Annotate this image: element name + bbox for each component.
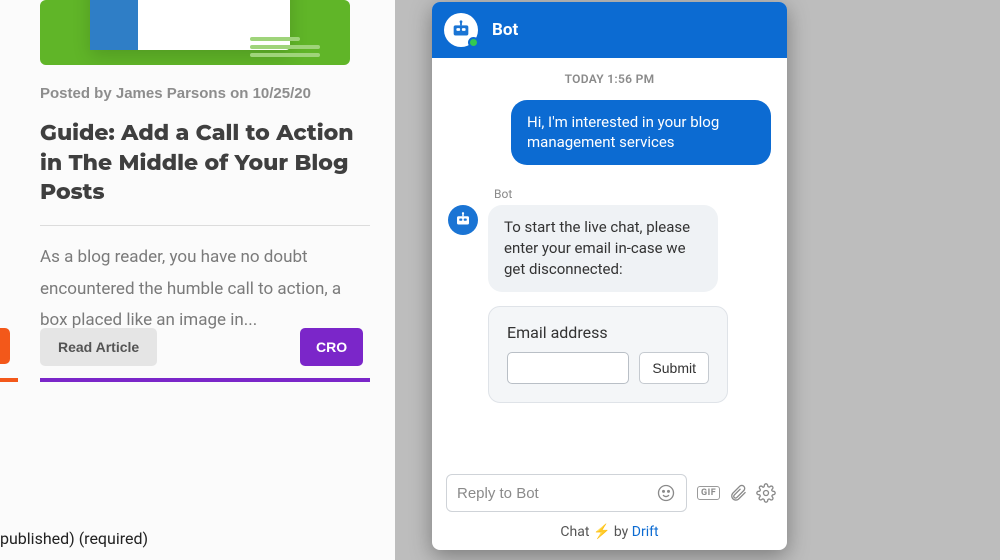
divider [40, 225, 370, 226]
email-input[interactable] [507, 352, 629, 384]
form-label-fragment: published) (required) [0, 529, 148, 548]
footer-by: by [614, 524, 628, 540]
emoji-icon[interactable] [656, 483, 676, 503]
orange-underline [0, 378, 18, 382]
reply-wrap[interactable] [446, 474, 687, 512]
bot-icon [454, 211, 472, 229]
chat-title: Bot [492, 20, 518, 40]
tag-sliver [0, 328, 10, 364]
footer-prefix: Chat [560, 524, 589, 540]
chat-timestamp: TODAY 1:56 PM [448, 72, 771, 86]
cro-tag-button[interactable]: CRO [300, 328, 363, 366]
blog-card: Posted by James Parsons on 10/25/20 Guid… [0, 0, 395, 560]
post-title[interactable]: Guide: Add a Call to Action in The Middl… [40, 118, 370, 207]
chat-body: TODAY 1:56 PM Hi, I'm interested in your… [432, 58, 787, 464]
bot-message: To start the live chat, please enter you… [488, 205, 718, 292]
email-prompt-card: Email address Submit [488, 306, 728, 403]
status-online-dot [468, 37, 479, 48]
chat-input-bar: GIF [432, 464, 787, 512]
chat-footer: Chat ⚡ by Drift [432, 512, 787, 550]
email-label: Email address [507, 323, 709, 342]
chat-header: Bot [432, 2, 787, 58]
post-meta: Posted by James Parsons on 10/25/20 [40, 85, 370, 102]
bolt-icon: ⚡ [593, 524, 610, 540]
chat-widget: Bot TODAY 1:56 PM Hi, I'm interested in … [432, 2, 787, 550]
read-article-button[interactable]: Read Article [40, 328, 157, 366]
attachment-icon[interactable] [728, 483, 748, 503]
submit-button[interactable]: Submit [639, 352, 709, 384]
gif-button[interactable]: GIF [697, 486, 720, 500]
purple-underline [40, 378, 370, 382]
bot-avatar [444, 13, 478, 47]
gear-icon[interactable] [756, 483, 776, 503]
post-thumbnail[interactable] [40, 0, 350, 65]
drift-link[interactable]: Drift [632, 524, 659, 540]
sender-label: Bot [494, 187, 771, 201]
bot-avatar-small [448, 205, 478, 235]
post-excerpt: As a blog reader, you have no doubt enco… [40, 242, 370, 336]
reply-input[interactable] [457, 485, 656, 502]
user-message: Hi, I'm interested in your blog manageme… [511, 100, 771, 165]
